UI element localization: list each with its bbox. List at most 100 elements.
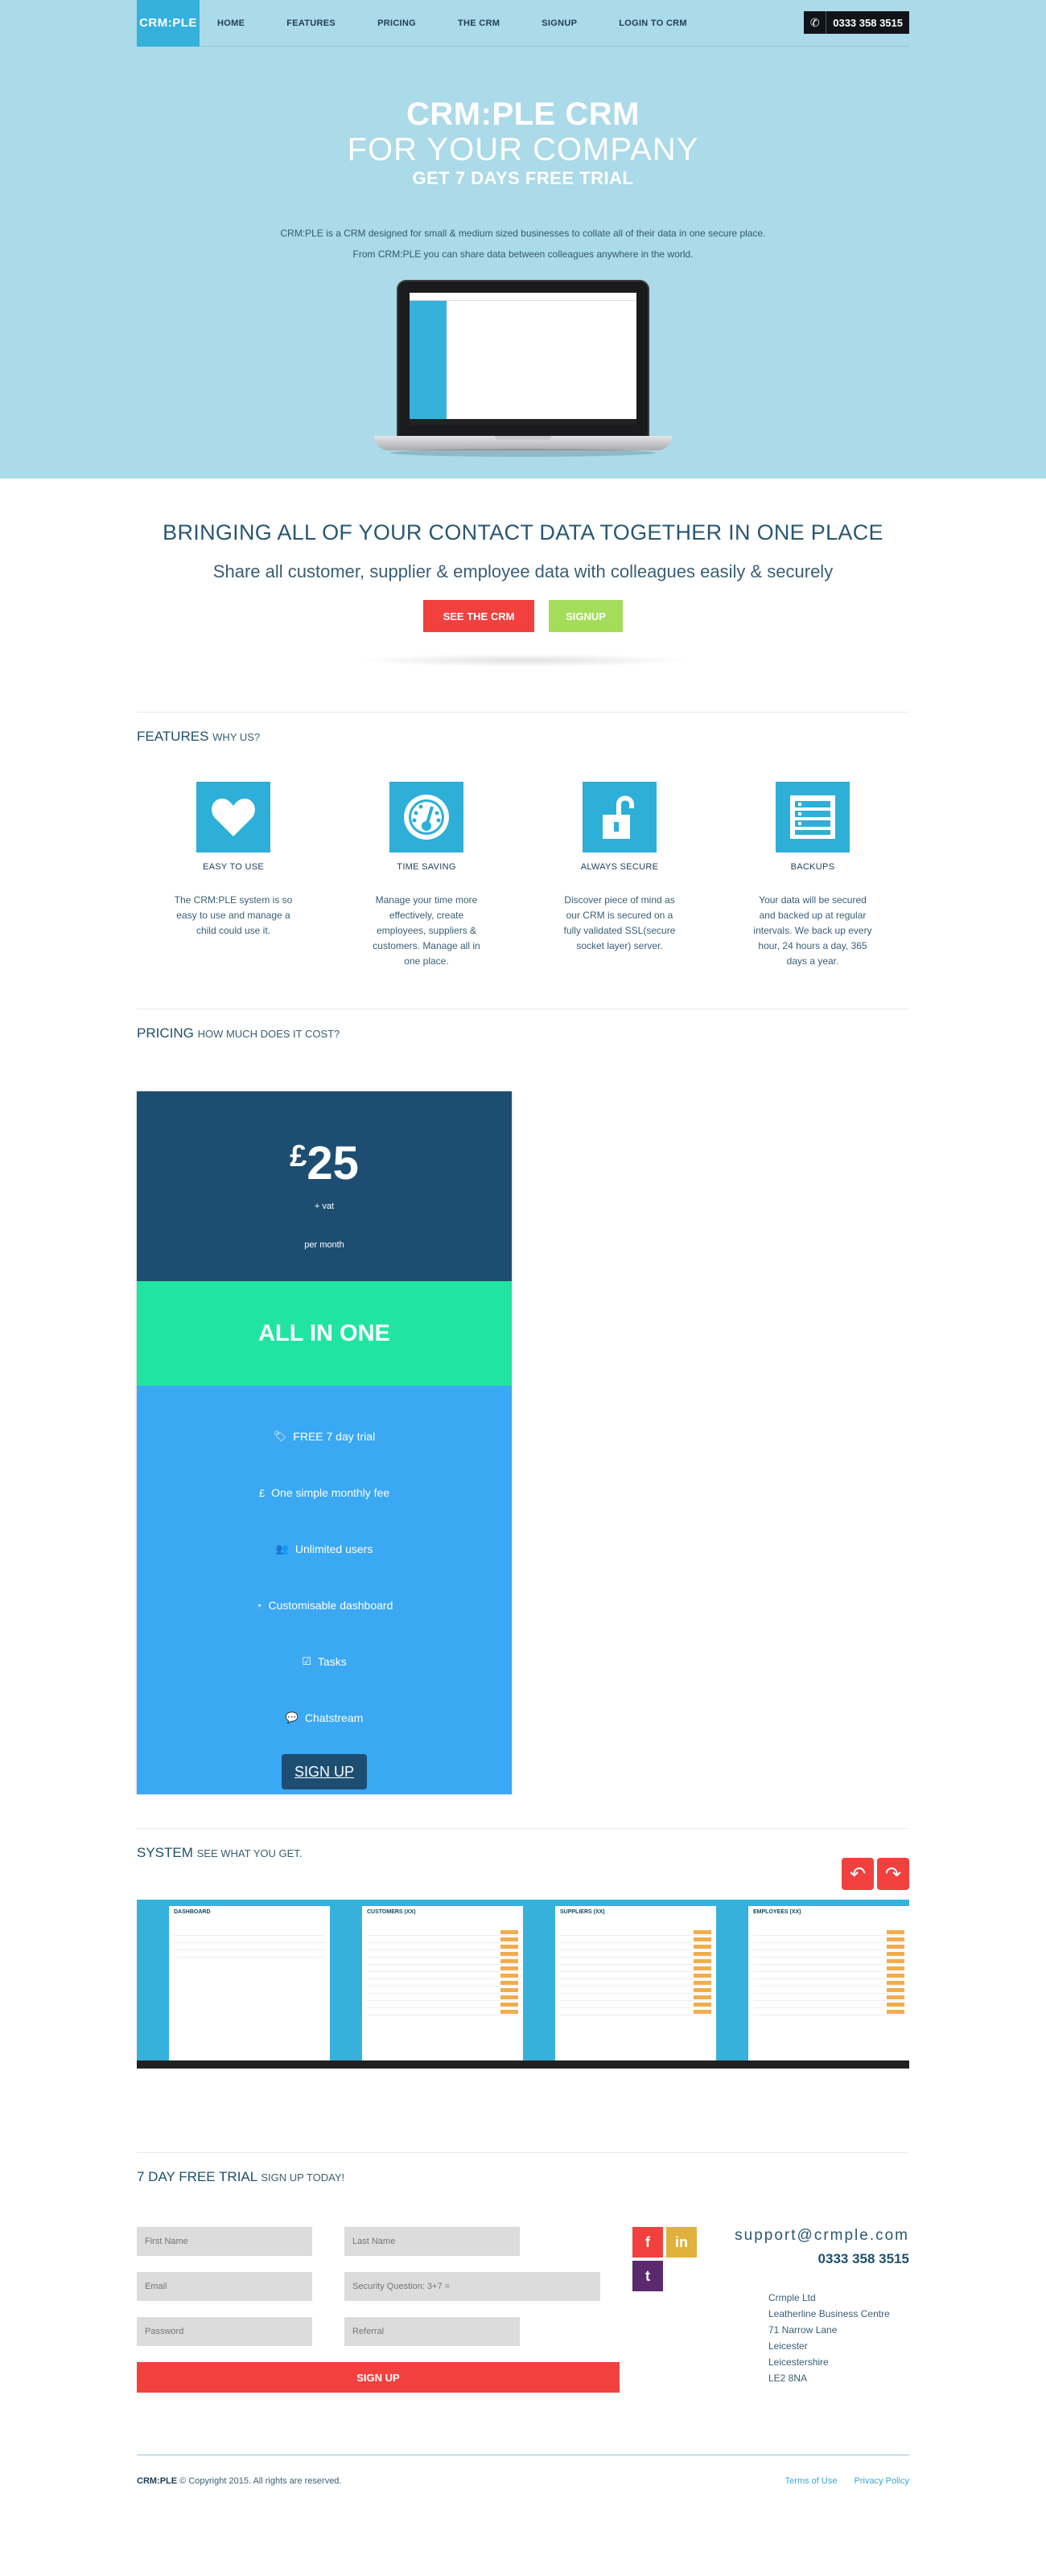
copyright-text: © Copyright 2015. All rights are reserve… (179, 2476, 342, 2486)
footer-brand: CRM:PLE (137, 2476, 178, 2486)
address-line: LE2 8NA (768, 2373, 808, 2384)
last-name-field[interactable] (344, 2227, 520, 2256)
nav-signup[interactable]: SIGNUP (542, 18, 577, 28)
pricing-title: PRICING (137, 1025, 194, 1041)
pricing-section: PRICING HOW MUCH DOES IT COST? £25 + vat… (137, 1009, 909, 1828)
features-title: FEATURES (137, 729, 209, 744)
laptop-bezel (397, 280, 649, 438)
plan-feature-item: 💬 Chatstream (137, 1690, 512, 1746)
pricing-heading: PRICING HOW MUCH DOES IT COST? (137, 1009, 909, 1041)
pricing-subtitle: HOW MUCH DOES IT COST? (197, 1028, 340, 1040)
password-field[interactable] (137, 2317, 312, 2346)
intro-heading: BRINGING ALL OF YOUR CONTACT DATA TOGETH… (163, 520, 883, 544)
email-field[interactable] (137, 2272, 312, 2301)
reply-arrow-icon[interactable]: ↶ (842, 1858, 874, 1890)
plan-feature-label: One simple monthly fee (271, 1486, 390, 1499)
twitter-icon[interactable]: t (632, 2261, 663, 2291)
screenshot-customers[interactable]: CUSTOMERS (XX) (330, 1900, 523, 2060)
forward-arrow-icon[interactable]: ↷ (877, 1858, 909, 1890)
intro-subheading: Share all customer, supplier & employee … (212, 561, 834, 581)
gauge-icon (389, 782, 463, 853)
system-title: SYSTEM (137, 1845, 193, 1860)
screenshot-carousel[interactable]: DASHBOARD CUSTOMERS (XX) SUPPLIERS (XX) … (137, 1900, 909, 2069)
feature-title: EASY TO USE (202, 862, 265, 872)
hero-desc-2: From CRM:PLE you can share data between … (352, 249, 694, 260)
plan-feature-label: Customisable dashboard (268, 1599, 393, 1612)
see-the-crm-button[interactable]: SEE THE CRM (423, 600, 534, 632)
security-question-field[interactable] (344, 2272, 600, 2301)
address-line: Leicestershire (768, 2356, 829, 2368)
features-heading: FEATURES WHY US? (137, 713, 909, 745)
signup-button[interactable]: SIGNUP (549, 600, 623, 632)
laptop-image (374, 280, 672, 458)
feature-desc: Discover piece of mind as our CRM is sec… (563, 894, 676, 951)
signup-body: SIGN UP f in t support@crmple.com 0333 3… (137, 2227, 909, 2393)
screenshot-dashboard[interactable]: DASHBOARD (137, 1900, 330, 2060)
footer-links: Terms of Use Privacy Policy (771, 2476, 909, 2511)
phone-number: 0333 358 3515 (826, 11, 909, 34)
plan-feature-item: 👥 Unlimited users (137, 1521, 512, 1577)
intro-shadow (354, 654, 692, 667)
signup-submit-button[interactable]: SIGN UP (137, 2362, 620, 2393)
plan-feature-item: £ One simple monthly fee (137, 1465, 512, 1521)
plan-features: 🏷 FREE 7 day trial £ One simple monthly fe… (137, 1386, 512, 1794)
heart-icon (196, 782, 270, 853)
plan-feature-item: ◔ Customisable dashboard (137, 1577, 512, 1633)
phone-icon: ✆ (804, 11, 827, 34)
hero-line-3: GET 7 DAYS FREE TRIAL (412, 168, 634, 188)
features-list: EASY TO USE The CRM:PLE system is so eas… (137, 782, 909, 969)
hero-desc-1: CRM:PLE is a CRM designed for small & me… (280, 228, 766, 239)
linkedin-icon[interactable]: in (666, 2227, 697, 2258)
plan-feature-item: 🏷 FREE 7 day trial (137, 1408, 512, 1465)
signup-form: SIGN UP (137, 2227, 620, 2393)
feature-easy: EASY TO USE The CRM:PLE system is so eas… (137, 782, 330, 969)
laptop-shadow (390, 449, 656, 457)
address-line: Leatherline Business Centre (768, 2308, 890, 2319)
support-phone: 0333 358 3515 (817, 2251, 909, 2266)
nav-the-crm[interactable]: THE CRM (458, 18, 500, 28)
features-section: FEATURES WHY US? EASY TO USE The CRM:PLE… (137, 713, 909, 1009)
system-section: SYSTEM SEE WHAT YOU GET. ↶ ↷ DASHBOARD C… (137, 1829, 909, 2152)
hero-description: CRM:PLE is a CRM designed for small & me… (137, 223, 909, 265)
nav-login[interactable]: LOGIN TO CRM (619, 18, 687, 28)
pricing-signup-button[interactable]: SIGN UP (282, 1754, 367, 1789)
hero-line-1: CRM:PLE CRM (406, 97, 640, 132)
screenshot-title: SUPPLIERS (XX) (560, 1909, 605, 1915)
feature-desc: Your data will be secured and backed up … (753, 894, 872, 967)
unlock-icon (583, 782, 657, 853)
feature-title: TIME SAVING (397, 862, 456, 872)
terms-link[interactable]: Terms of Use (785, 2476, 838, 2486)
address-line: Crmple Ltd (768, 2292, 816, 2303)
system-subtitle: SEE WHAT YOU GET. (196, 1847, 303, 1859)
privacy-link[interactable]: Privacy Policy (855, 2476, 909, 2486)
feature-desc: Manage your time more effectively, creat… (373, 894, 480, 967)
address-line: Leicester (768, 2340, 808, 2352)
pricing-card: £25 + vat per month ALL IN ONE 🏷 FREE 7 d… (137, 1091, 512, 1794)
pound-icon: £ (258, 1486, 266, 1499)
support-email[interactable]: support@crmple.com (724, 2227, 909, 2245)
feature-secure: ALWAYS SECURE Discover piece of mind as … (523, 782, 716, 969)
nav-pricing[interactable]: PRICING (377, 18, 416, 28)
plan-feature-label: FREE 7 day trial (293, 1430, 376, 1443)
brand-logo[interactable]: CRM:PLE (137, 0, 200, 47)
nav-features[interactable]: FEATURES (286, 18, 336, 28)
screenshot-suppliers[interactable]: SUPPLIERS (XX) (523, 1900, 716, 2060)
signup-heading: 7 DAY FREE TRIAL SIGN UP TODAY! (137, 2153, 909, 2185)
dashboard-icon: ◔ (255, 1599, 262, 1612)
nav-home[interactable]: HOME (217, 18, 245, 28)
users-icon: 👥 (275, 1543, 289, 1555)
carousel-controls: ↶ ↷ (842, 1858, 909, 1890)
referral-field[interactable] (344, 2317, 520, 2346)
price-value: 25 (307, 1137, 359, 1189)
hero-line-2: FOR YOUR COMPANY (347, 132, 699, 167)
intro-section: BRINGING ALL OF YOUR CONTACT DATA TOGETH… (0, 479, 1046, 712)
feature-title: BACKUPS (790, 862, 835, 872)
feature-time: TIME SAVING Manage your time more effect… (330, 782, 523, 969)
plan-feature-label: Chatstream (304, 1711, 364, 1724)
facebook-icon[interactable]: f (632, 2227, 663, 2258)
screenshot-employees[interactable]: EMPLOYEES (XX) (716, 1900, 909, 2060)
plan-feature-label: Unlimited users (294, 1543, 373, 1555)
phone-badge[interactable]: ✆ 0333 358 3515 (804, 11, 909, 34)
hero-section: CRM:PLE HOME FEATURES PRICING THE CRM SI… (0, 0, 1046, 479)
first-name-field[interactable] (137, 2227, 312, 2256)
